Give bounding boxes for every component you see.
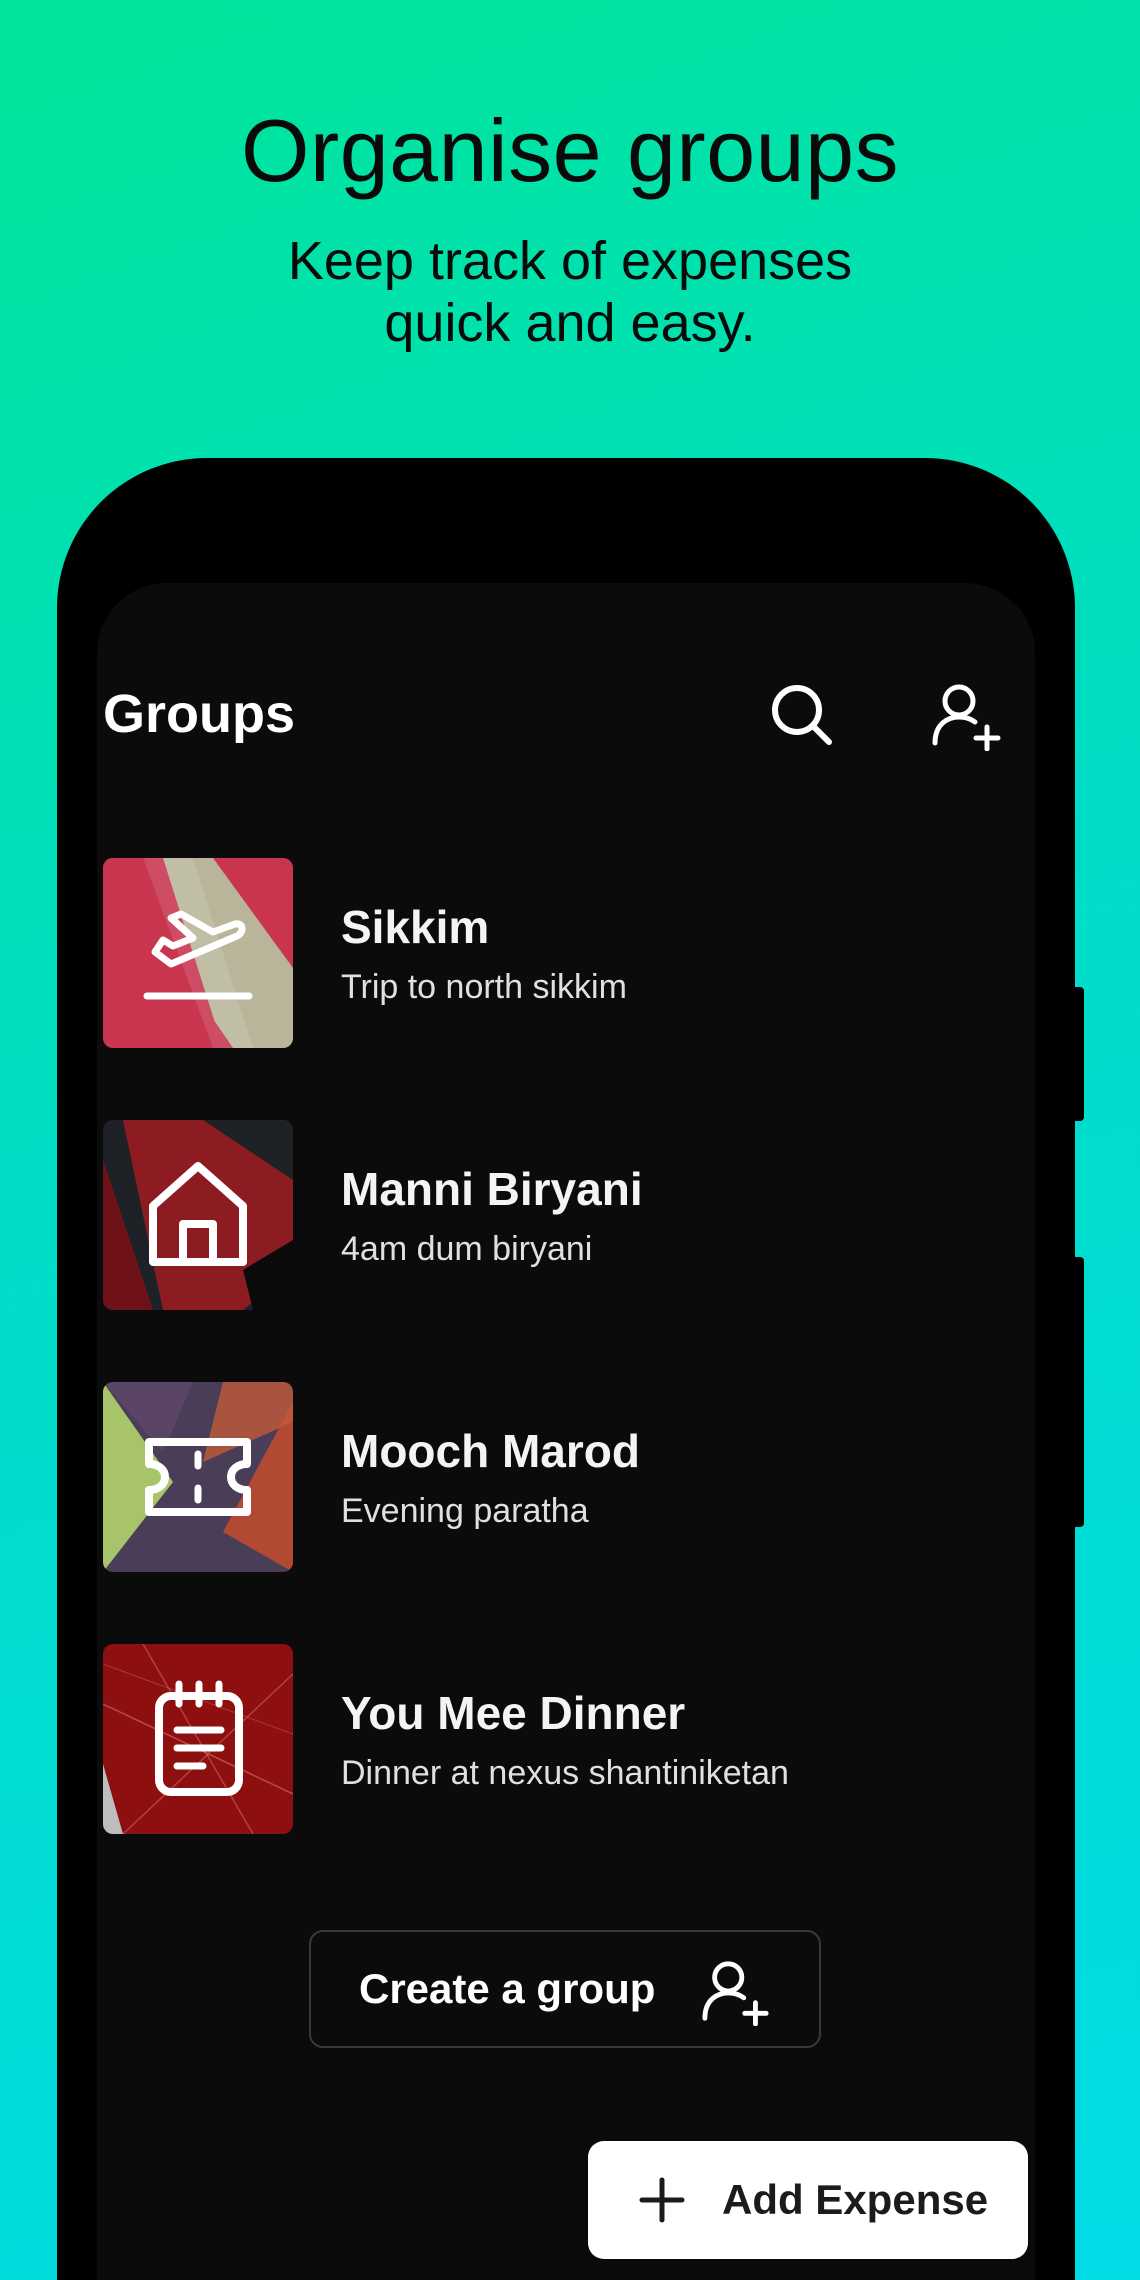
group-description: 4am dum biryani	[341, 1230, 593, 1268]
add-person-icon	[702, 1961, 769, 2026]
create-group-button[interactable]: Create a group	[309, 1930, 821, 2048]
add-expense-label: Add Expense	[722, 2176, 989, 2223]
group-name: Manni Biryani	[341, 1163, 643, 1215]
group-thumbnail	[103, 1644, 293, 1834]
create-group-label: Create a group	[359, 1965, 656, 2012]
hero-title: Organise groups	[240, 101, 900, 200]
group-item-mooch-marod[interactable]: Mooch Marod Evening paratha	[103, 1382, 1003, 1572]
group-name: You Mee Dinner	[341, 1687, 686, 1739]
group-description: Trip to north sikkim	[341, 968, 627, 1006]
group-description: Dinner at nexus shantiniketan	[341, 1754, 789, 1792]
group-thumbnail	[103, 1120, 293, 1310]
ticket-icon	[145, 1438, 251, 1516]
flight-takeoff-icon	[143, 910, 253, 1000]
home-icon	[149, 1162, 247, 1266]
add-expense-button[interactable]: Add Expense	[588, 2141, 1028, 2259]
group-name: Mooch Marod	[341, 1425, 640, 1477]
add-member-button[interactable]	[927, 675, 1007, 755]
add-person-icon	[932, 684, 1001, 751]
phone-side-button	[1072, 987, 1084, 1121]
group-description: Evening paratha	[341, 1492, 589, 1530]
hero-subtitle-line1: Keep track of expenses	[287, 231, 853, 291]
page-title: Groups	[103, 684, 296, 744]
phone-volume-button	[1072, 1257, 1084, 1527]
search-button[interactable]	[762, 675, 842, 755]
hero-subtitle-line2: quick and easy.	[384, 293, 756, 353]
group-name: Sikkim	[341, 901, 490, 953]
group-thumbnail	[103, 858, 293, 1048]
notepad-icon	[155, 1680, 243, 1796]
group-item-you-mee-dinner[interactable]: You Mee Dinner Dinner at nexus shantinik…	[103, 1644, 1003, 1834]
group-item-manni-biryani[interactable]: Manni Biryani 4am dum biryani	[103, 1120, 1003, 1310]
search-icon	[772, 685, 832, 745]
group-item-sikkim[interactable]: Sikkim Trip to north sikkim	[103, 858, 1003, 1048]
group-thumbnail	[103, 1382, 293, 1572]
plus-icon	[639, 2177, 685, 2223]
hero-subtitle: Keep track of expenses quick and easy.	[0, 230, 1140, 354]
